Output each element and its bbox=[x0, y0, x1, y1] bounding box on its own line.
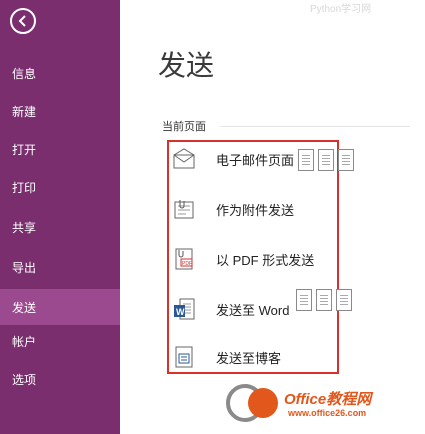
option-label: 作为附件发送 bbox=[216, 202, 295, 218]
svg-text:W: W bbox=[176, 307, 185, 317]
nav-item-label: 发送 bbox=[12, 300, 37, 315]
email-envelope-icon bbox=[172, 146, 196, 172]
blog-icon bbox=[172, 344, 196, 370]
nav-item-new[interactable]: 新建 bbox=[0, 93, 120, 129]
nav-item-label: 共享 bbox=[12, 220, 37, 235]
office-tutorial-watermark-logo: Office教程网 www.office26.com bbox=[218, 384, 425, 430]
doc-thumbnail-icon bbox=[336, 289, 352, 311]
send-panel: Python学习网 发送 当前页面 电子邮件页面 作为附件发送 PDF 以 PD… bbox=[120, 0, 425, 434]
send-to-blog-option[interactable]: 发送至博客 bbox=[172, 342, 332, 372]
nav-item-share[interactable]: 共享 bbox=[0, 209, 120, 245]
doc-thumbnail-icon bbox=[296, 289, 312, 311]
nav-item-label: 打印 bbox=[12, 180, 37, 195]
nav-item-label: 信息 bbox=[12, 66, 37, 81]
nav-item-label: 选项 bbox=[12, 372, 37, 387]
doc-thumbnail-icon bbox=[298, 149, 314, 171]
watermark-url: www.office26.com bbox=[288, 408, 367, 418]
preview-thumbnails-top bbox=[298, 149, 380, 171]
option-label: 电子邮件页面 bbox=[216, 152, 295, 168]
nav-item-label: 导出 bbox=[12, 260, 37, 275]
page-title: 发送 bbox=[158, 50, 215, 81]
nav-item-export[interactable]: 导出 bbox=[0, 249, 120, 285]
doc-thumbnail-icon bbox=[338, 149, 354, 171]
nav-item-account[interactable]: 帐户 bbox=[0, 323, 120, 359]
backstage-sidebar: 信息 新建 打开 打印 共享 导出 发送 帐户 选项 bbox=[0, 0, 120, 434]
nav-item-send[interactable]: 发送 bbox=[0, 289, 120, 325]
option-label: 发送至博客 bbox=[216, 350, 282, 366]
option-label: 发送至 Word bbox=[216, 302, 290, 318]
watermark-title: Office教程网 bbox=[284, 391, 372, 408]
nav-item-print[interactable]: 打印 bbox=[0, 169, 120, 205]
attachment-icon bbox=[172, 196, 196, 222]
doc-thumbnail-icon bbox=[318, 149, 334, 171]
nav-item-label: 新建 bbox=[12, 104, 37, 119]
word-icon: W bbox=[172, 296, 196, 322]
nav-item-label: 帐户 bbox=[12, 334, 37, 349]
back-arrow-icon[interactable] bbox=[10, 8, 36, 34]
nav-item-label: 打开 bbox=[12, 142, 37, 157]
nav-item-info[interactable]: 信息 bbox=[0, 55, 120, 91]
nav-item-options[interactable]: 选项 bbox=[0, 361, 120, 397]
svg-text:PDF: PDF bbox=[182, 261, 192, 267]
section-divider bbox=[220, 126, 410, 127]
preview-thumbnails-bottom bbox=[296, 289, 378, 311]
pdf-icon: PDF bbox=[172, 246, 196, 272]
faint-brand-text: Python学习网 bbox=[310, 4, 372, 15]
nav-item-open[interactable]: 打开 bbox=[0, 131, 120, 167]
option-label: 以 PDF 形式发送 bbox=[216, 252, 315, 268]
doc-thumbnail-icon bbox=[316, 289, 332, 311]
send-as-attachment-option[interactable]: 作为附件发送 bbox=[172, 194, 332, 224]
logo-office-icon bbox=[248, 388, 278, 418]
send-as-pdf-option[interactable]: PDF 以 PDF 形式发送 bbox=[172, 244, 332, 274]
section-label: 当前页面 bbox=[162, 121, 206, 133]
